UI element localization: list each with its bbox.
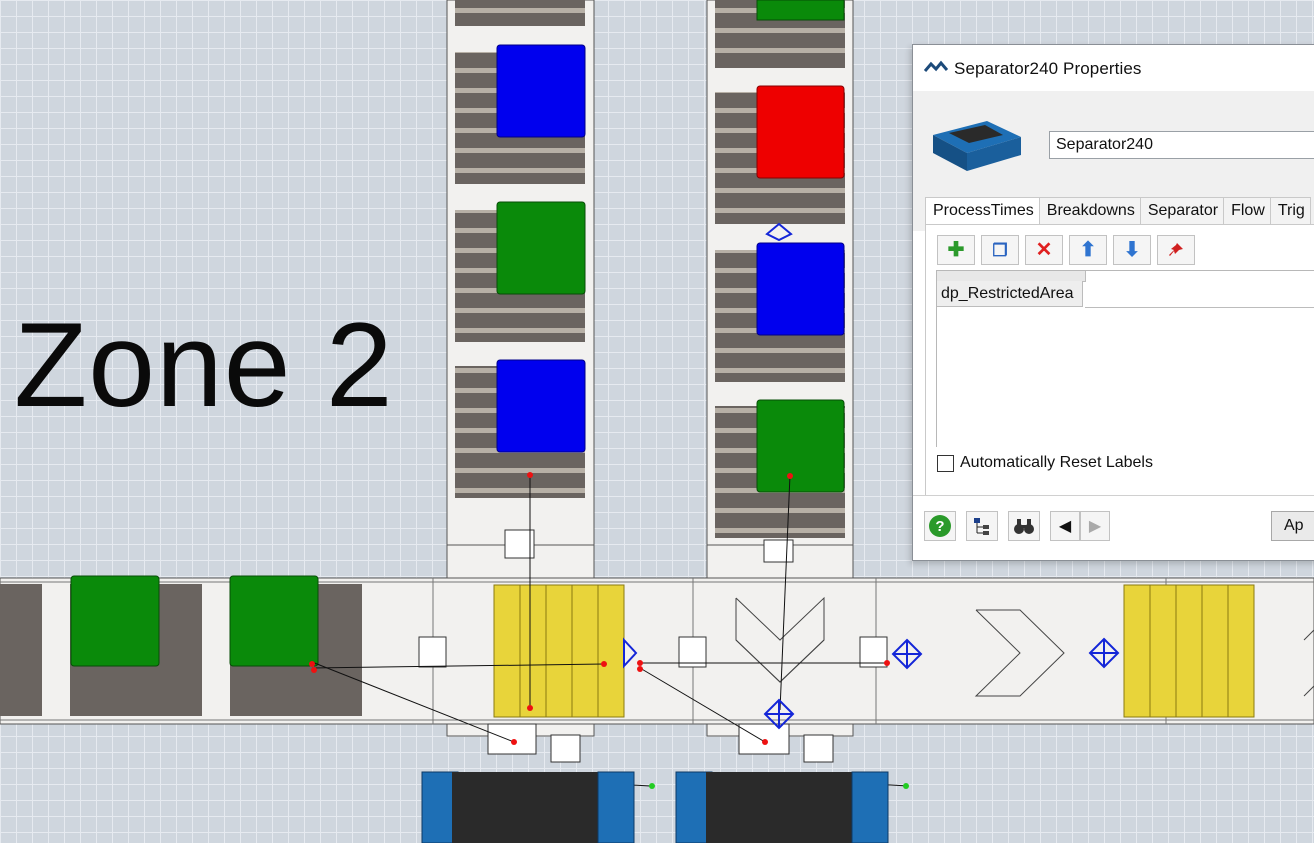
box-blue[interactable] — [756, 242, 845, 336]
properties-tabs: ProcessTimes Breakdowns Separator Flow T… — [925, 197, 1311, 226]
duplicate-label-button[interactable]: ❐ — [981, 235, 1019, 265]
tree-view-button[interactable] — [966, 511, 998, 541]
tree-icon — [974, 518, 989, 535]
labels-table[interactable]: dp_RestrictedArea — [936, 270, 1314, 447]
arrow-left-icon: ◀ — [1058, 518, 1072, 535]
separator-3d-icon — [933, 121, 1021, 171]
pallet-yellow[interactable] — [1123, 584, 1255, 718]
footer-divider — [913, 495, 1314, 496]
decision-point-box[interactable] — [803, 734, 834, 763]
machine-right[interactable] — [675, 771, 889, 843]
flexsim-logo-icon — [924, 60, 948, 72]
properties-footer: ? ◀ ▶ — [924, 511, 1110, 541]
table-row-divider — [1085, 307, 1314, 308]
properties-window[interactable]: Separator240 Properties Separator240 Pro… — [912, 44, 1314, 561]
tab-processtimes[interactable]: ProcessTimes — [925, 197, 1040, 226]
photo-eye-box[interactable] — [763, 539, 794, 563]
tab-breakdowns[interactable]: Breakdowns — [1038, 197, 1141, 226]
move-down-button[interactable]: ⬇ — [1113, 235, 1151, 265]
svg-text:?: ? — [935, 518, 944, 535]
box-blue[interactable] — [496, 359, 586, 453]
navigation-buttons: ◀ ▶ — [1050, 511, 1110, 541]
box-green[interactable] — [70, 575, 160, 667]
delete-label-button[interactable]: ✕ — [1025, 235, 1063, 265]
copy-icon: ❐ — [992, 240, 1008, 260]
tab-triggers[interactable]: Trig — [1269, 197, 1311, 226]
pallet-yellow[interactable] — [493, 584, 625, 718]
decision-point-box[interactable] — [487, 723, 537, 755]
object-name-field[interactable]: Separator240 — [1049, 131, 1314, 159]
arrow-right-icon: ▶ — [1088, 518, 1102, 535]
box-green[interactable] — [229, 575, 319, 667]
previous-button[interactable]: ◀ — [1050, 511, 1080, 541]
machine-left[interactable] — [421, 771, 635, 843]
add-icon: ✚ — [947, 239, 965, 261]
move-up-icon: ⬆ — [1079, 239, 1097, 261]
label-row-name[interactable]: dp_RestrictedArea — [937, 281, 1083, 307]
pin-icon — [1169, 243, 1183, 256]
auto-reset-labels-label: Automatically Reset Labels — [960, 454, 1153, 471]
apply-button[interactable]: Ap — [1271, 511, 1314, 541]
pin-label-button[interactable] — [1157, 235, 1195, 265]
auto-reset-labels-row[interactable]: Automatically Reset Labels — [937, 454, 1153, 472]
box-red[interactable] — [756, 85, 845, 179]
zone-label: Zone 2 — [14, 298, 394, 432]
auto-reset-labels-checkbox[interactable] — [937, 454, 954, 472]
find-button[interactable] — [1008, 511, 1040, 541]
delete-icon: ✕ — [1035, 239, 1053, 261]
box-green[interactable] — [756, 0, 845, 21]
move-down-icon: ⬇ — [1123, 239, 1141, 261]
window-title: Separator240 Properties — [954, 59, 1142, 78]
move-up-button[interactable]: ⬆ — [1069, 235, 1107, 265]
photo-eye-box[interactable] — [418, 636, 447, 668]
help-button[interactable]: ? — [924, 511, 956, 541]
next-button[interactable]: ▶ — [1080, 511, 1110, 541]
box-green[interactable] — [496, 201, 586, 295]
add-label-button[interactable]: ✚ — [937, 235, 975, 265]
box-green[interactable] — [756, 399, 845, 493]
help-icon: ? — [929, 515, 951, 537]
decision-point-box[interactable] — [550, 734, 581, 763]
tab-flow[interactable]: Flow — [1223, 197, 1271, 226]
labels-toolbar: ✚ ❐ ✕ ⬆ ⬇ — [937, 235, 1195, 265]
binoculars-icon — [1014, 519, 1034, 534]
box-blue[interactable] — [496, 44, 586, 138]
window-titlebar[interactable]: Separator240 Properties — [913, 45, 1314, 91]
tab-separator[interactable]: Separator — [1139, 197, 1225, 226]
decision-point-box[interactable] — [738, 723, 790, 755]
